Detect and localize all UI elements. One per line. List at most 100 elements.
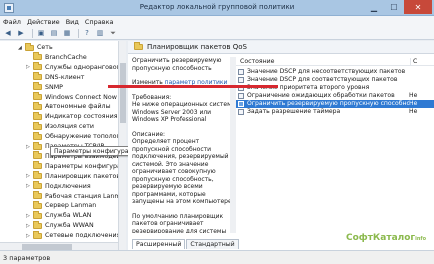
folder-icon [33,52,42,61]
folder-icon [33,72,42,81]
tree-expander[interactable]: ▷ [26,223,32,229]
tree-item[interactable]: Изоляция сети [26,121,94,131]
folder-icon [33,121,42,130]
folder-icon [134,42,143,50]
policy-setting-icon [238,92,244,99]
tree-item-label: Сетевые подключения [45,232,121,240]
setting-title: Ограничить резервируемую пропускную спос… [132,57,222,72]
tree-horizontal-scrollbar[interactable] [0,242,118,250]
view-tabs: Расширенный Стандартный [132,239,240,249]
tree-expander[interactable]: ◢ [18,45,24,51]
details-header-title: Планировщик пакетов QoS [147,43,247,51]
folder-icon [33,62,42,71]
tree-item-label: DNS-клиент [45,73,85,81]
up-folder-icon[interactable]: ▣ [36,28,46,38]
setting-name: Ограничение ожидающих обработки пакетов [247,92,395,99]
close-button[interactable]: ✕ [404,0,432,14]
tree-item[interactable]: Windows Connect Now [26,92,117,102]
column-header-state[interactable]: С [410,57,434,65]
setting-name: Задать разрешение таймера [247,108,341,115]
requirements-text: Не ниже операционных систем Windows Serv… [132,101,232,123]
tree-item[interactable]: ◢ Сеть [18,42,53,52]
setting-name: Значение DSCP для несоответствующих паке… [247,68,406,75]
tree-item[interactable]: ▷ Сетевые подключения [26,230,121,240]
setting-row[interactable]: Ограничить резервируемую пропускную спос… [236,99,434,108]
description-label: Описание: [132,130,166,138]
tree-item[interactable]: Автономные файлы [26,101,111,111]
folder-icon [33,191,42,199]
tree-item-label: BranchCache [45,53,87,61]
tree-expander[interactable]: ▷ [26,213,32,219]
tree-item-label: SNMP [45,83,63,91]
menu-help[interactable]: Справка [85,18,114,26]
tree-item-label: Индикатор состояния се [45,113,126,121]
menu-file[interactable]: Файл [3,18,21,26]
forward-arrow-icon[interactable]: ▶ [16,28,26,38]
tree-item-label: Сеть [37,44,53,51]
setting-row[interactable]: Задать разрешение таймера Не [236,108,434,116]
tree-expander[interactable]: ▷ [26,173,32,179]
tree-expander[interactable]: ▷ [26,183,32,189]
annotation-underline [108,85,278,88]
folder-icon [33,181,42,190]
filter-icon[interactable]: ⏷ [108,28,118,38]
menu-action[interactable]: Действие [27,18,60,26]
tab-standard[interactable]: Стандартный [186,239,239,249]
tree-expander[interactable]: ▷ [26,233,32,239]
tree-item[interactable]: Индикатор состояния се [26,111,126,121]
tree-item-label: Сервер Lanman [45,202,97,210]
tree-item[interactable]: ▷ Служба WLAN [26,210,92,220]
maximize-button[interactable]: ☐ [384,0,404,14]
folder-icon [33,220,42,229]
tree-item[interactable]: DNS-клиент [26,72,85,82]
tree-item-label: Служба WLAN [45,212,92,220]
toolbar: ◀ ▶ ▣ ▤ ▦ ? ▥ ⏷ [0,27,434,40]
settings-list: Состояние С Значение DSCP для несоответс… [236,55,434,233]
tab-extended[interactable]: Расширенный [132,239,186,249]
tree-item[interactable]: SNMP [26,82,63,92]
policy-setting-icon [238,76,244,83]
show-hide-tree-icon[interactable]: ▤ [49,28,59,38]
folder-icon [33,92,42,100]
tree-item-label: Обнаружение топологии [45,133,126,141]
tree-expander[interactable]: ▷ [26,64,32,70]
minimize-button[interactable]: ▁ [364,0,384,14]
tree-expander[interactable]: ▷ [26,144,32,150]
tree-item[interactable]: Параметры конфигурации SSL [26,161,125,171]
gpedit-window: Редактор локальной групповой политики ▁ … [0,0,434,264]
setting-row[interactable]: Значение DSCP для несоответствующих паке… [236,68,434,76]
tree-item[interactable]: ▷ Подключения [26,181,91,191]
tree-scroll-thumb[interactable] [120,63,126,123]
properties-icon[interactable]: ▥ [95,28,105,38]
help-icon[interactable]: ? [82,28,92,38]
tree-item[interactable]: ▷ Служба WWAN [26,220,94,230]
tree-item[interactable]: BranchCache [26,52,87,62]
extended-description: Ограничить резервируемую пропускную спос… [132,57,234,233]
folder-icon [33,141,42,150]
folder-icon [33,82,42,91]
setting-name: Ограничить резервируемую пропускную спос… [247,100,409,107]
title-bar[interactable]: Редактор локальной групповой политики ▁ … [0,0,434,16]
watermark-suffix: info [415,236,427,242]
column-header-name[interactable]: Состояние [236,58,410,65]
folder-icon [33,131,42,140]
setting-row[interactable]: Значение DSCP для соответствующих пакето… [236,76,434,84]
tree-item[interactable]: Сервер Lanman [26,200,97,210]
tree-item[interactable]: ▷ Службы однорангового с [26,62,125,72]
requirements-label: Требования: [132,93,172,101]
setting-row[interactable]: Ограничение ожидающих обработки пакетов Н… [236,92,434,100]
policy-setting-icon [238,100,244,107]
menu-view[interactable]: Вид [66,18,79,26]
tree-item[interactable]: Рабочая станция Lanma [26,191,124,201]
folder-icon [33,210,42,219]
tree-item-label: Планировщик пакетов [45,172,121,180]
toolbar-separator [32,28,33,38]
status-bar: 3 параметров [0,250,434,264]
watermark-main: СофтКаталог [346,233,416,243]
list-header: Состояние С [236,57,434,66]
tree-item[interactable]: ▷ Планировщик пакетов [26,171,121,181]
export-list-icon[interactable]: ▦ [62,28,72,38]
back-arrow-icon[interactable]: ◀ [3,28,13,38]
tree-item[interactable]: Обнаружение топологии [26,131,126,141]
details-header: Планировщик пакетов QoS [128,41,434,54]
